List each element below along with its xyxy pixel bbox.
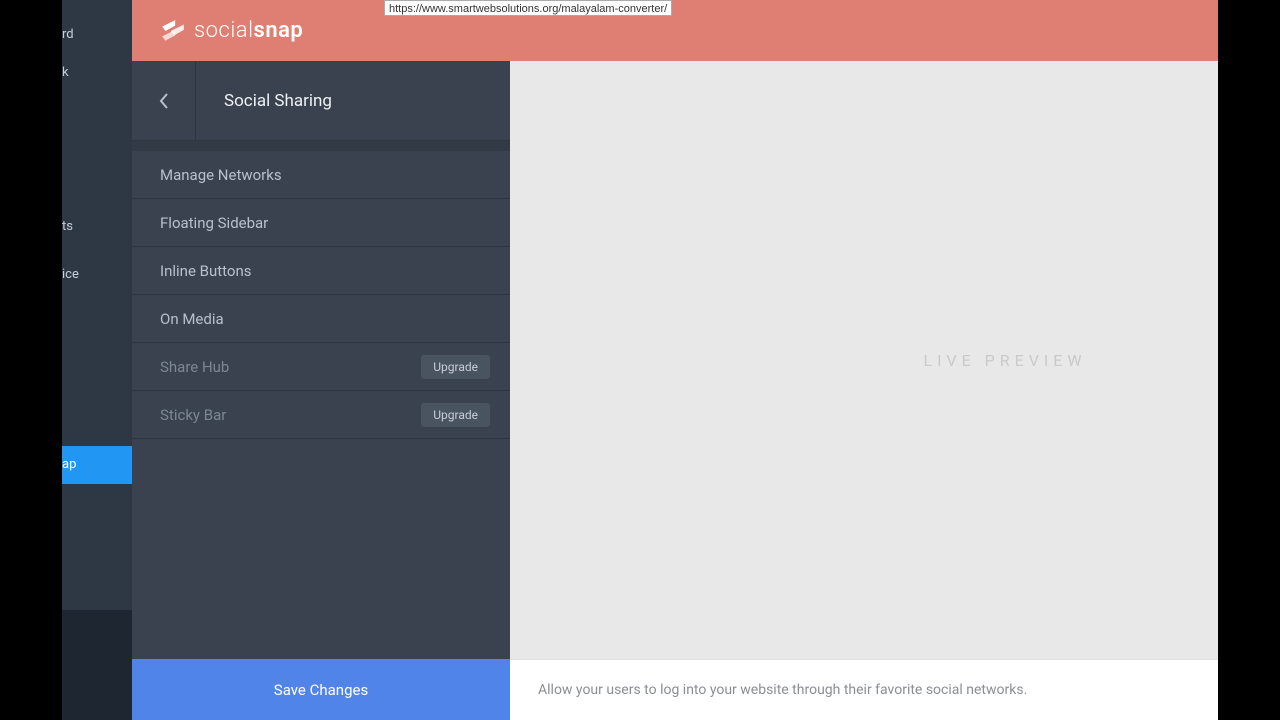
menu-item-share-hub[interactable]: Share Hub Upgrade bbox=[132, 343, 510, 391]
wp-admin-sidebar: rd k ts ice ap bbox=[62, 0, 132, 720]
wp-menu-item[interactable]: ts bbox=[62, 208, 132, 246]
menu-item-label: Share Hub bbox=[160, 358, 229, 376]
wp-menu-item-socialsnap[interactable]: ap bbox=[62, 446, 132, 484]
section-header: Social Sharing bbox=[132, 61, 510, 141]
description-text: Allow your users to log into your websit… bbox=[538, 682, 1027, 698]
menu-item-inline-buttons[interactable]: Inline Buttons bbox=[132, 247, 510, 295]
settings-sidebar: Social Sharing Manage Networks Floating … bbox=[132, 61, 510, 720]
menu-item-label: Floating Sidebar bbox=[160, 214, 268, 232]
wp-menu-item[interactable]: rd bbox=[62, 16, 132, 54]
app-header: socialsnap bbox=[132, 0, 1280, 61]
menu-item-label: Inline Buttons bbox=[160, 262, 251, 280]
menu-item-manage-networks[interactable]: Manage Networks bbox=[132, 151, 510, 199]
chevron-left-icon bbox=[159, 93, 169, 109]
menu-item-on-media[interactable]: On Media bbox=[132, 295, 510, 343]
wp-menu-item[interactable]: ice bbox=[62, 256, 132, 294]
section-title: Social Sharing bbox=[196, 91, 510, 111]
back-button[interactable] bbox=[132, 61, 196, 141]
socialsnap-logo-icon bbox=[160, 18, 186, 44]
url-tooltip: https://www.smartwebsolutions.org/malaya… bbox=[384, 0, 672, 16]
save-button[interactable]: Save Changes bbox=[132, 659, 510, 720]
brand-logo: socialsnap bbox=[160, 18, 303, 44]
description-strip: Allow your users to log into your websit… bbox=[510, 659, 1280, 720]
menu-item-floating-sidebar[interactable]: Floating Sidebar bbox=[132, 199, 510, 247]
letterbox-right bbox=[1218, 0, 1280, 720]
live-preview-panel: LIVE PREVIEW bbox=[510, 61, 1280, 659]
upgrade-badge[interactable]: Upgrade bbox=[421, 403, 490, 427]
wp-menu-item[interactable]: k bbox=[62, 54, 132, 92]
menu-item-label: On Media bbox=[160, 310, 224, 328]
menu-item-label: Manage Networks bbox=[160, 166, 282, 184]
brand-name: socialsnap bbox=[194, 18, 303, 43]
menu-item-label: Sticky Bar bbox=[160, 406, 226, 424]
menu-item-sticky-bar[interactable]: Sticky Bar Upgrade bbox=[132, 391, 510, 439]
upgrade-badge[interactable]: Upgrade bbox=[421, 355, 490, 379]
live-preview-label: LIVE PREVIEW bbox=[923, 351, 1086, 370]
